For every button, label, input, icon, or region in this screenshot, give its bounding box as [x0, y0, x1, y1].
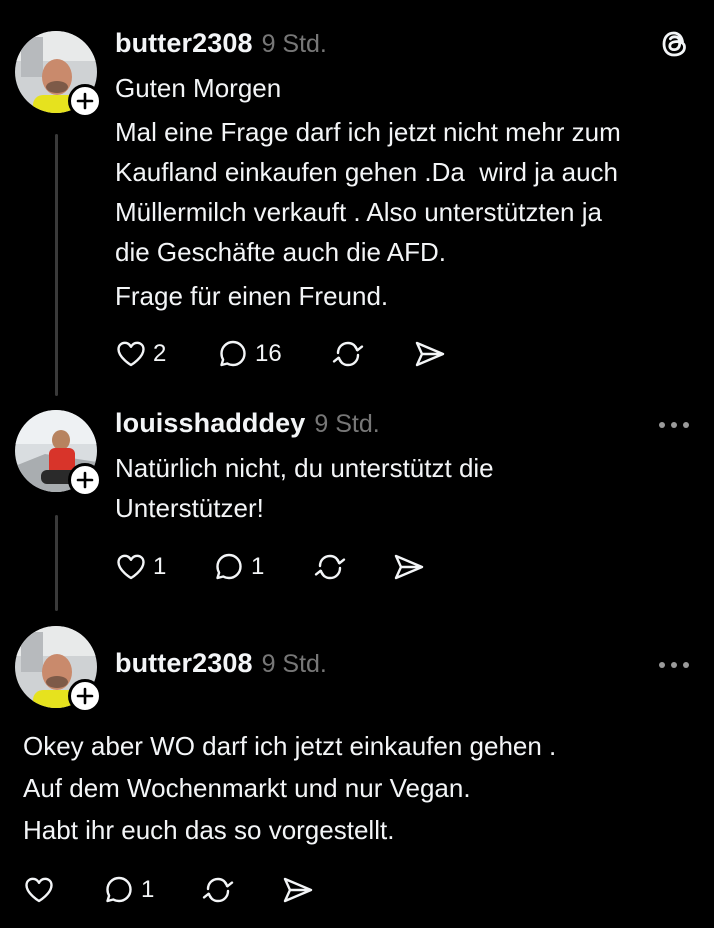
heart-icon [117, 554, 145, 580]
more-options-icon[interactable] [654, 410, 694, 440]
plus-icon [76, 471, 94, 489]
thread-post: butter2308 9 Std. Guten Morgen Mal eine … [0, 0, 714, 400]
timestamp: 9 Std. [314, 410, 380, 438]
post-text: Guten Morgen Mal eine Frage darf ich jet… [115, 68, 621, 316]
send-icon [415, 341, 445, 367]
comment-icon [216, 553, 242, 580]
repost-icon [332, 341, 364, 367]
avatar[interactable] [15, 626, 102, 713]
reply-button[interactable]: 1 [103, 870, 154, 910]
repost-button[interactable] [331, 334, 365, 374]
username[interactable]: butter2308 [115, 648, 253, 679]
post-actions: 1 [23, 870, 343, 910]
like-button[interactable]: 1 [115, 547, 166, 587]
post-actions: 2 16 [115, 334, 515, 374]
reply-count: 1 [141, 876, 155, 903]
reply-button[interactable]: 16 [217, 334, 282, 374]
username[interactable]: butter2308 [115, 28, 253, 59]
heart-icon [25, 877, 53, 903]
share-button[interactable] [281, 870, 315, 910]
post-paragraph: Guten Morgen [115, 73, 282, 103]
reply-button[interactable]: 1 [213, 547, 264, 587]
post-header: butter2308 9 Std. [115, 648, 327, 679]
send-icon [394, 554, 424, 580]
follow-plus-button[interactable] [68, 463, 102, 497]
reply-count: 16 [255, 340, 282, 367]
avatar[interactable] [15, 410, 102, 497]
post-header: louisshadddey 9 Std. [115, 408, 380, 439]
post-actions: 1 1 [115, 547, 455, 587]
comment-icon [220, 340, 246, 367]
repost-button[interactable] [313, 547, 347, 587]
follow-plus-button[interactable] [68, 679, 102, 713]
repost-icon [202, 877, 234, 903]
post-paragraph: Habt ihr euch das so vorgestellt. [23, 815, 395, 845]
post-paragraph: Auf dem Wochenmarkt und nur Vegan. [23, 773, 471, 803]
avatar[interactable] [15, 31, 102, 118]
timestamp: 9 Std. [261, 30, 327, 58]
repost-icon [314, 554, 346, 580]
thread-connector-line [55, 515, 58, 611]
threads-logo-icon[interactable] [656, 25, 694, 63]
post-text: Okey aber WO darf ich jetzt einkaufen ge… [23, 726, 556, 850]
like-button[interactable]: 2 [115, 334, 166, 374]
thread-post: butter2308 9 Std. Okey aber WO darf ich … [0, 620, 714, 928]
timestamp: 9 Std. [261, 650, 327, 678]
follow-plus-button[interactable] [68, 84, 102, 118]
comment-icon [106, 876, 132, 903]
post-text: Natürlich nicht, du unterstützt die Unte… [115, 448, 494, 528]
repost-button[interactable] [201, 870, 235, 910]
like-count: 2 [153, 340, 167, 367]
post-header: butter2308 9 Std. [115, 28, 327, 59]
more-options-icon[interactable] [654, 650, 694, 680]
share-button[interactable] [392, 547, 426, 587]
share-button[interactable] [413, 334, 447, 374]
username[interactable]: louisshadddey [115, 408, 305, 439]
post-paragraph: Mal eine Frage darf ich jetzt nicht mehr… [115, 117, 621, 267]
send-icon [283, 877, 313, 903]
post-paragraph: Okey aber WO darf ich jetzt einkaufen ge… [23, 731, 557, 761]
thread-post: louisshadddey 9 Std. Natürlich nicht, du… [0, 400, 714, 620]
heart-icon [117, 341, 145, 367]
like-count: 1 [153, 553, 167, 580]
reply-count: 1 [251, 553, 265, 580]
post-paragraph: Natürlich nicht, du unterstützt die Unte… [115, 453, 494, 523]
plus-icon [76, 687, 94, 705]
like-button[interactable] [23, 870, 61, 910]
thread-connector-line [55, 134, 58, 396]
post-paragraph: Frage für einen Freund. [115, 281, 389, 311]
plus-icon [76, 92, 94, 110]
